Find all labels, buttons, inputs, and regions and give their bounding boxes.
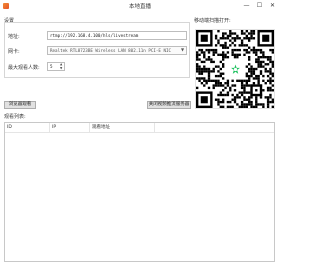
window-title: 本地直播 (128, 4, 151, 10)
qr-label: 移动端扫描打开: (194, 18, 231, 24)
viewers-table[interactable]: ID IP 观看地址 (4, 122, 275, 262)
url-label: 地址: (8, 34, 20, 40)
stop-server-button[interactable]: 关闭视频推流服务器 (147, 101, 191, 109)
column-header-id[interactable]: ID (5, 123, 50, 132)
network-adapter-select[interactable]: Realtek RTL8723BE Wireless LAN 802.11n P… (47, 46, 187, 55)
column-header-watch-address[interactable]: 观看地址 (90, 123, 155, 132)
browser-watch-button[interactable]: 浏览器观看 (4, 101, 36, 109)
column-header-ip[interactable]: IP (50, 123, 90, 132)
maximize-button[interactable]: ☐ (253, 0, 266, 11)
stepper-down-icon[interactable]: ▼ (60, 66, 62, 70)
qr-logo-icon (229, 63, 241, 75)
close-button[interactable]: ✕ (266, 0, 279, 11)
minimize-button[interactable]: — (240, 0, 253, 11)
title-bar: 本地直播 — ☐ ✕ (0, 0, 280, 12)
viewers-list-label: 观看列表: (4, 114, 26, 120)
nic-label: 网卡: (8, 49, 20, 55)
max-viewers-label: 最大观看人数: (8, 65, 40, 71)
header-divider (5, 132, 274, 133)
chevron-down-icon[interactable]: ▼ (181, 47, 184, 52)
stream-url-field[interactable]: rtmp://192.168.4.100/hls/livestream (47, 31, 187, 40)
